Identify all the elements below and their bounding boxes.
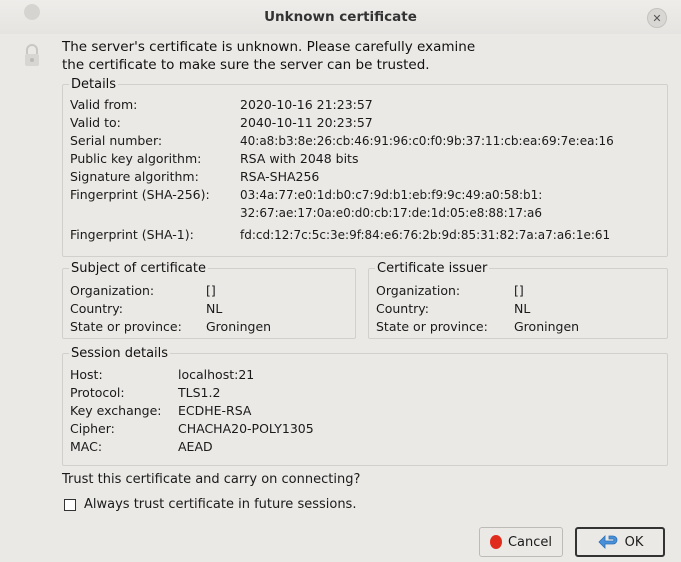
valid-from-value: 2020-10-16 21:23:57 [240,97,373,112]
issuer-legend: Certificate issuer [377,261,488,276]
issuer-state-label: State or province: [376,319,488,334]
fingerprint-sha256-value-line-1: 03:4a:77:e0:1d:b0:c7:9d:b1:eb:f9:9c:49:a… [240,188,543,202]
cancel-icon [490,535,502,549]
fingerprint-sha256-label: Fingerprint (SHA-256): [70,187,210,202]
window-menu-icon[interactable] [24,4,40,20]
public-key-algorithm-value: RSA with 2048 bits [240,151,359,166]
mac-value: AEAD [178,439,213,454]
always-trust-label[interactable]: Always trust certificate in future sessi… [84,497,356,512]
close-button[interactable]: ✕ [647,8,667,28]
valid-from-label: Valid from: [70,97,138,112]
subject-legend: Subject of certificate [71,261,206,276]
mac-label: MAC: [70,439,103,454]
ok-button[interactable]: OK [575,527,665,557]
subject-country-value: NL [206,301,223,316]
protocol-label: Protocol: [70,385,125,400]
fingerprint-sha256-value-line-2: 32:67:ae:17:0a:e0:d0:cb:17:de:1d:05:e8:8… [240,206,542,220]
subject-state-value: Groningen [206,319,272,334]
key-exchange-label: Key exchange: [70,403,162,418]
window-title: Unknown certificate [264,9,417,25]
key-exchange-value: ECDHE-RSA [178,403,252,418]
always-trust-checkbox[interactable] [64,498,76,511]
signature-algorithm-value: RSA-SHA256 [240,169,320,184]
cancel-button[interactable]: Cancel [479,527,563,557]
session-details-legend: Session details [71,346,169,361]
signature-algorithm-label: Signature algorithm: [70,169,199,184]
host-value: localhost:21 [178,367,255,382]
trust-question: Trust this certificate and carry on conn… [62,472,361,487]
serial-number-value: 40:a8:b3:8e:26:cb:46:91:96:c0:f0:9b:37:1… [240,134,614,148]
issuer-country-label: Country: [376,301,429,316]
cancel-button-label: Cancel [507,534,552,550]
valid-to-label: Valid to: [70,115,121,130]
lock-icon [25,44,39,66]
subject-organization-label: Organization: [70,283,155,298]
title-bar: Unknown certificate ✕ [0,0,681,34]
ok-icon [598,535,618,549]
always-trust-row[interactable]: Always trust certificate in future sessi… [64,497,356,512]
cipher-value: CHACHA20-POLY1305 [178,421,314,436]
issuer-organization-value: [] [514,283,524,298]
cipher-label: Cipher: [70,421,115,436]
protocol-value: TLS1.2 [178,385,221,400]
subject-organization-value: [] [206,283,216,298]
serial-number-label: Serial number: [70,133,163,148]
public-key-algorithm-label: Public key algorithm: [70,151,202,166]
details-legend: Details [71,77,117,92]
fingerprint-sha1-value: fd:cd:12:7c:5c:3e:9f:84:e6:76:2b:9d:85:3… [240,228,611,242]
subject-state-label: State or province: [70,319,182,334]
intro-message: The server's certificate is unknown. Ple… [62,38,662,74]
issuer-organization-label: Organization: [376,283,461,298]
valid-to-value: 2040-10-11 20:23:57 [240,115,373,130]
intro-line-2: the certificate to make sure the server … [62,57,430,73]
issuer-country-value: NL [514,301,531,316]
issuer-state-value: Groningen [514,319,580,334]
subject-country-label: Country: [70,301,123,316]
intro-line-1: The server's certificate is unknown. Ple… [62,39,476,55]
certificate-dialog: Unknown certificate ✕ The server's certi… [0,0,681,562]
ok-button-label: OK [624,534,644,550]
host-label: Host: [70,367,103,382]
close-icon: ✕ [652,11,662,25]
fingerprint-sha1-label: Fingerprint (SHA-1): [70,227,194,242]
